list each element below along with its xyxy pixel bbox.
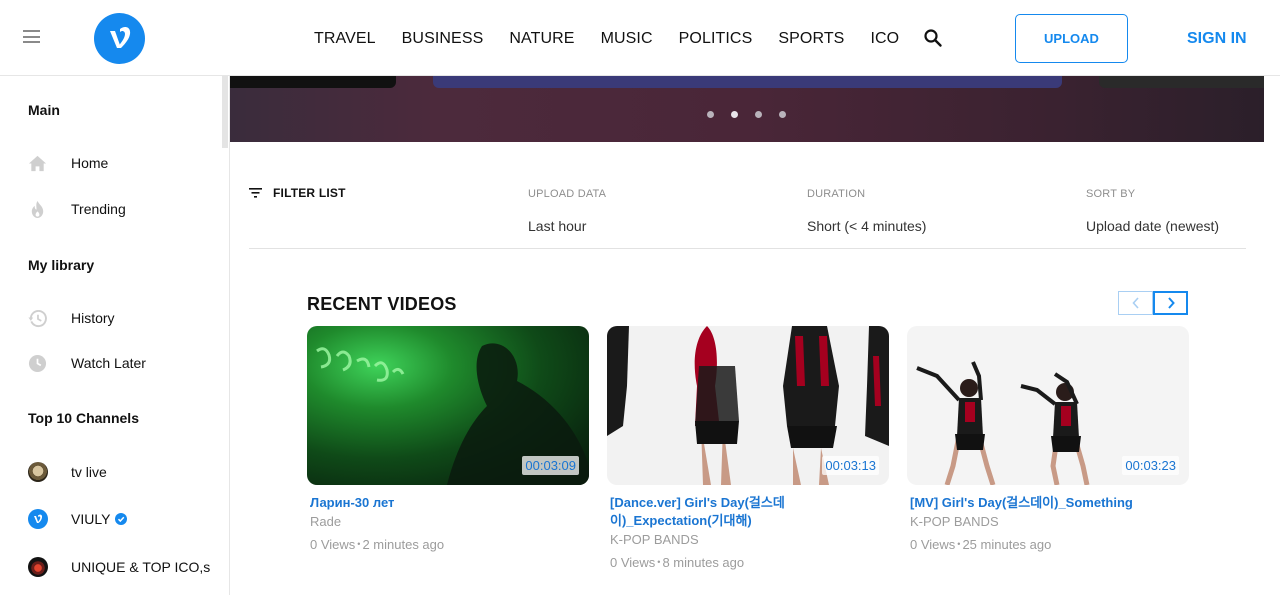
video-channel[interactable]: Rade (310, 514, 589, 529)
video-views: 0 Views (910, 537, 956, 552)
sidebar-item-trending[interactable]: Trending (28, 198, 126, 220)
video-meta: 0 Views • 25 minutes ago (910, 537, 1052, 552)
prev-arrow-button[interactable] (1118, 291, 1153, 315)
avatar (28, 509, 48, 529)
carousel-dot-active[interactable] (731, 111, 738, 118)
sidebar-item-watch-later[interactable]: Watch Later (28, 352, 146, 374)
filter-upload-data: UPLOAD DATA Last hour (528, 188, 606, 234)
verified-badge-icon (115, 513, 128, 525)
home-icon (28, 155, 47, 171)
nav-sports[interactable]: SPORTS (778, 30, 844, 48)
channel-label: UNIQUE & TOP ICO,s (71, 559, 211, 575)
carousel-dot[interactable] (779, 111, 786, 118)
filter-list-label: FILTER LIST (273, 186, 346, 200)
sidebar-heading-library: My library (28, 257, 95, 273)
channel-item-unique-ico[interactable]: UNIQUE & TOP ICO,s (28, 556, 210, 578)
sidebar-item-label: History (71, 310, 115, 326)
video-time: 25 minutes ago (962, 537, 1052, 552)
nav-politics[interactable]: POLITICS (679, 30, 753, 48)
video-time: 8 minutes ago (662, 555, 745, 570)
sidebar-item-history[interactable]: History (28, 307, 115, 329)
video-card[interactable]: 00:03:09 Ларин-30 лет Rade 0 Views • 2 min… (307, 326, 589, 552)
nav-ico[interactable]: ICO (870, 30, 899, 48)
video-title[interactable]: Ларин-30 лет (310, 494, 510, 512)
filter-heading: UPLOAD DATA (528, 188, 607, 200)
nav-nature[interactable]: NATURE (509, 30, 574, 48)
filter-list-toggle[interactable]: FILTER LIST (249, 186, 346, 200)
video-duration: 00:03:09 (522, 456, 579, 475)
filter-icon (249, 188, 262, 198)
avatar (28, 462, 48, 482)
video-channel[interactable]: K-POP BANDS (910, 514, 1189, 529)
video-thumbnail[interactable]: 00:03:23 (907, 326, 1189, 485)
filter-option[interactable]: Last hour (528, 218, 606, 234)
channel-name: VIULY (71, 511, 111, 527)
filter-duration: DURATION Short (< 4 minutes) (807, 188, 926, 234)
video-meta: 0 Views • 8 minutes ago (610, 555, 745, 570)
filter-option[interactable]: Short (< 4 minutes) (807, 218, 926, 234)
carousel-dots (707, 111, 803, 118)
nav-travel[interactable]: TRAVEL (314, 30, 376, 48)
carousel-dot[interactable] (707, 111, 714, 118)
channel-item-viuly[interactable]: VIULY (28, 508, 128, 530)
top-header: TRAVEL BUSINESS NATURE MUSIC POLITICS SP… (0, 0, 1280, 76)
nav-business[interactable]: BUSINESS (402, 30, 484, 48)
sign-in-link[interactable]: SIGN IN (1187, 30, 1247, 48)
video-views: 0 Views (310, 537, 356, 552)
video-card[interactable]: 00:03:23 [MV] Girl's Day(걸스데이)_Something… (907, 326, 1189, 552)
sidebar-item-label: Watch Later (71, 355, 146, 371)
sidebar-item-label: Trending (71, 201, 126, 217)
sidebar-heading-main: Main (28, 102, 60, 118)
filter-heading: DURATION (807, 188, 866, 200)
recent-videos-pager (1118, 291, 1188, 315)
sidebar-item-label: Home (71, 155, 109, 171)
viuly-logo[interactable] (94, 13, 145, 64)
sidebar-scrollbar[interactable] (222, 76, 228, 148)
featured-carousel[interactable] (230, 76, 1264, 142)
avatar (28, 557, 48, 577)
search-icon[interactable] (923, 28, 943, 48)
hamburger-menu-icon[interactable] (23, 30, 40, 43)
video-title[interactable]: [MV] Girl's Day(걸스데이)_Something (910, 494, 1160, 512)
recent-videos-title: RECENT VIDEOS (307, 294, 457, 314)
filter-option[interactable]: Upload date (newest) (1086, 218, 1219, 234)
carousel-slide-current[interactable] (433, 76, 1062, 88)
filter-sort-by: SORT BY Upload date (newest) (1086, 188, 1219, 234)
sidebar: Main Home Trending My library History Wa… (0, 76, 230, 595)
video-thumbnail[interactable]: 00:03:09 (307, 326, 589, 485)
filter-bar: FILTER LIST UPLOAD DATA Last hour DURATI… (249, 142, 1246, 249)
sidebar-item-home[interactable]: Home (28, 152, 108, 174)
flame-icon (31, 200, 44, 218)
video-meta: 0 Views • 2 minutes ago (310, 537, 445, 552)
channel-label: VIULY (71, 511, 128, 527)
upload-button[interactable]: UPLOAD (1015, 14, 1128, 63)
video-views: 0 Views (610, 555, 656, 570)
carousel-slide-prev[interactable] (230, 76, 396, 88)
carousel-dot[interactable] (755, 111, 762, 118)
video-channel[interactable]: K-POP BANDS (610, 532, 889, 547)
video-time: 2 minutes ago (362, 537, 445, 552)
channel-label: tv live (71, 464, 107, 480)
nav-music[interactable]: MUSIC (601, 30, 653, 48)
history-icon (28, 309, 47, 327)
clock-icon (28, 354, 47, 372)
chevron-left-icon (1131, 297, 1139, 309)
carousel-slide-next[interactable] (1099, 76, 1264, 88)
sidebar-heading-channels: Top 10 Channels (28, 410, 139, 426)
video-thumbnail[interactable]: 00:03:13 (607, 326, 889, 485)
next-arrow-button[interactable] (1153, 291, 1188, 315)
main-nav: TRAVEL BUSINESS NATURE MUSIC POLITICS SP… (314, 28, 943, 48)
channel-item-tv-live[interactable]: tv live (28, 461, 107, 483)
video-duration: 00:03:13 (822, 456, 879, 475)
video-title[interactable]: [Dance.ver] Girl's Day(걸스데이)_Expectation… (610, 494, 810, 530)
filter-heading: SORT BY (1086, 188, 1136, 200)
chevron-right-icon (1167, 297, 1175, 309)
video-duration: 00:03:23 (1122, 456, 1179, 475)
video-card[interactable]: 00:03:13 [Dance.ver] Girl's Day(걸스데이)_Ex… (607, 326, 889, 570)
